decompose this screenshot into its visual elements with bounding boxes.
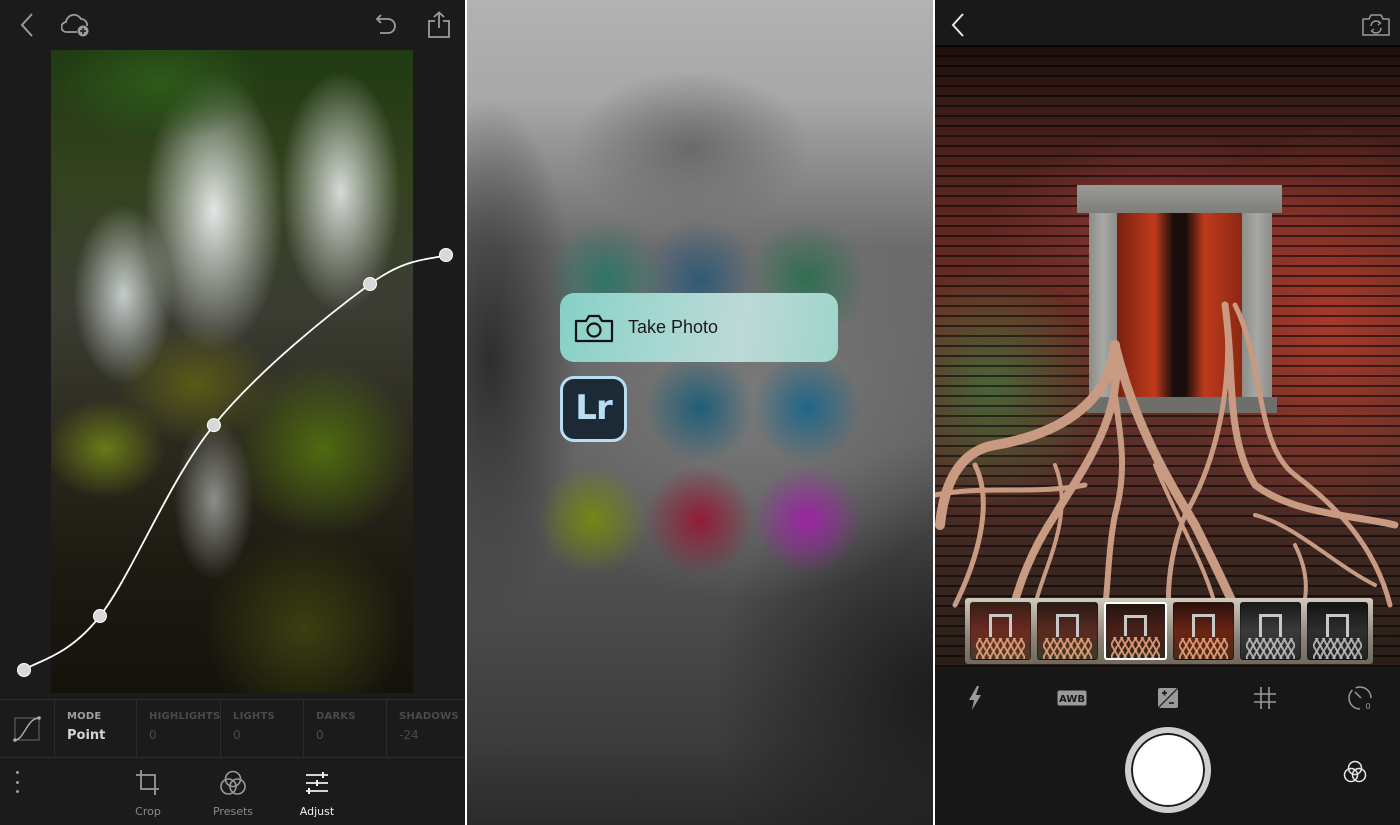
more-vertical-icon[interactable] xyxy=(12,771,22,793)
nav-label: Adjust xyxy=(299,805,335,818)
quick-action-label: Take Photo xyxy=(628,317,719,337)
timer-icon: 0 xyxy=(1348,686,1372,711)
camera-controls: AWB 0 xyxy=(935,667,1400,825)
region-value: 0 xyxy=(149,728,157,742)
undo-button[interactable] xyxy=(370,10,400,40)
back-button[interactable] xyxy=(943,10,973,40)
curve-control-point[interactable] xyxy=(17,663,31,677)
crop-icon xyxy=(136,770,159,795)
blurred-home-screen xyxy=(467,0,933,825)
waterfall-photo[interactable] xyxy=(51,50,413,693)
flash-button[interactable] xyxy=(955,683,995,713)
filter-thumbnail[interactable] xyxy=(1037,602,1098,660)
filter-thumbnail[interactable] xyxy=(1104,602,1167,660)
curve-control-point[interactable] xyxy=(92,609,107,624)
home-screen-panel: Take Photo Lr xyxy=(467,0,933,825)
camera-panel: AWB 0 xyxy=(935,0,1400,825)
flash-icon xyxy=(969,686,981,710)
curve-control-point[interactable] xyxy=(363,277,378,292)
region-label: SHADOWS xyxy=(399,711,459,722)
region-value: 0 xyxy=(233,728,241,742)
presets-icon xyxy=(1343,760,1367,783)
awb-icon: AWB xyxy=(1057,690,1087,706)
presets-icon xyxy=(220,770,246,795)
tree-roots-in-photo xyxy=(935,301,1399,663)
mode-value: Point xyxy=(67,728,106,743)
region-shadows[interactable]: SHADOWS -24 xyxy=(387,700,465,757)
camera-icon xyxy=(574,314,614,342)
timer-value: 0 xyxy=(1365,702,1370,711)
filter-thumbnail-strip xyxy=(965,598,1373,664)
lightroom-app-icon[interactable]: Lr xyxy=(560,376,627,442)
cloud-add-icon xyxy=(61,13,89,37)
filter-thumbnail[interactable] xyxy=(970,602,1031,660)
region-highlights[interactable]: HIGHLIGHTS 0 xyxy=(137,700,221,757)
tone-curve-icon xyxy=(13,715,41,742)
camera-flip-icon xyxy=(1362,14,1390,36)
camera-viewfinder[interactable] xyxy=(935,45,1400,667)
app-icon-text: Lr xyxy=(575,388,612,428)
nav-presets[interactable]: Presets xyxy=(198,769,268,818)
undo-icon xyxy=(375,14,396,34)
nav-label: Crop xyxy=(135,805,161,818)
region-value: 0 xyxy=(316,728,324,742)
filter-thumbnail[interactable] xyxy=(1240,602,1301,660)
region-lights[interactable]: LIGHTS 0 xyxy=(221,700,304,757)
region-label: HIGHLIGHTS xyxy=(149,711,221,722)
cloud-sync-button[interactable] xyxy=(60,10,94,40)
filter-thumbnail[interactable] xyxy=(1307,602,1368,660)
camera-presets-button[interactable] xyxy=(1338,755,1372,789)
share-icon xyxy=(428,11,450,38)
nav-label: Presets xyxy=(212,805,254,818)
editor-panel: MODE Point HIGHLIGHTS 0 LIGHTS 0 DARKS 0… xyxy=(0,0,465,825)
awb-label: AWB xyxy=(1059,694,1085,705)
editor-bottom-nav: Crop Presets Adjust xyxy=(0,759,465,825)
exposure-button[interactable] xyxy=(1148,683,1188,713)
grid-icon xyxy=(1254,687,1276,709)
share-button[interactable] xyxy=(424,10,454,40)
filter-thumbnail[interactable] xyxy=(1173,602,1234,660)
curve-control-point[interactable] xyxy=(439,248,453,262)
region-label: DARKS xyxy=(316,711,356,722)
timer-button[interactable]: 0 xyxy=(1341,683,1381,713)
chevron-left-icon xyxy=(951,13,964,37)
grid-button[interactable] xyxy=(1245,683,1285,713)
sliders-icon xyxy=(306,772,328,794)
region-label: LIGHTS xyxy=(233,711,275,722)
mode-label: MODE xyxy=(67,711,102,722)
curve-control-point[interactable] xyxy=(206,418,221,433)
switch-camera-button[interactable] xyxy=(1360,10,1392,40)
shutter-button[interactable] xyxy=(1125,727,1211,813)
white-balance-button[interactable]: AWB xyxy=(1052,683,1092,713)
tone-curve-controls: MODE Point HIGHLIGHTS 0 LIGHTS 0 DARKS 0… xyxy=(0,699,465,758)
back-button[interactable] xyxy=(12,10,42,40)
take-photo-quick-action[interactable]: Take Photo xyxy=(560,293,838,362)
nav-adjust[interactable]: Adjust xyxy=(282,769,352,818)
chevron-left-icon xyxy=(20,13,33,37)
nav-crop[interactable]: Crop xyxy=(113,769,183,818)
region-value: -24 xyxy=(399,728,419,742)
region-darks[interactable]: DARKS 0 xyxy=(304,700,387,757)
exposure-icon xyxy=(1157,687,1179,709)
mode-selector[interactable]: MODE Point xyxy=(55,700,137,757)
curve-type-button[interactable] xyxy=(0,700,55,757)
